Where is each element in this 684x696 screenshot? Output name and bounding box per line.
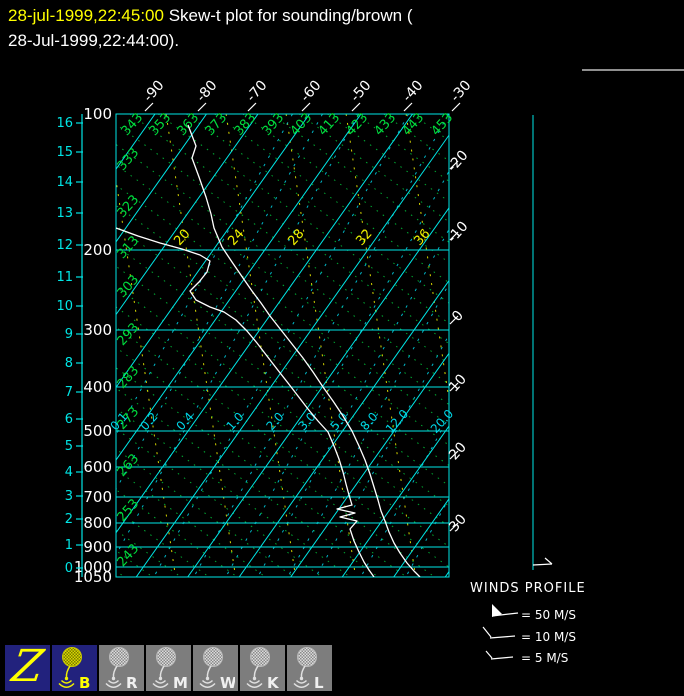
moist-adiabat-label: 28 [285,226,307,248]
pennant-barb-icon [492,604,518,617]
pressure-label: 400 [83,378,112,396]
theta-label: 393 [260,110,288,138]
mixing-ratio-label: 0.2 [137,410,160,434]
svg-text:K: K [267,674,280,691]
theta-label: 413 [316,110,344,138]
moist-adiabat-label: 20 [171,226,193,248]
mixing-ratio-label: 12.0 [383,407,411,436]
legend-50ms-label: = 50 M/S [521,608,576,622]
height-km-label: 5 [65,439,73,454]
temp-top-label: -70 [243,77,270,105]
pressure-label: 600 [83,458,112,476]
skewt-plot: 1002003004005006007008009001000105016151… [0,0,684,696]
theta-label: 303 [115,272,143,300]
temp-top-label: -50 [347,77,374,105]
half-barb-icon [486,651,513,659]
svg-text:L: L [314,674,324,691]
svg-text:R: R [126,674,138,691]
theta-label: 243 [115,541,143,569]
toolbar-button-z[interactable]: Z [5,645,50,691]
toolbar-button-l[interactable]: L [287,645,332,691]
theta-label: 363 [175,110,203,138]
radiosonde-icon: M [150,646,188,691]
height-km-label: 6 [65,412,73,427]
surface-wind-barb [533,558,552,565]
full-barb-icon [483,627,515,638]
radiosonde-icon: W [197,646,235,691]
mixing-ratio-label: 8.0 [357,410,380,434]
moist-adiabat-label: 32 [353,226,375,248]
pressure-label: 800 [83,514,112,532]
height-km-label: 4 [65,465,73,480]
axis-labels: 1002003004005006007008009001000105016151… [56,77,474,586]
svg-text:B: B [79,674,90,691]
toolbar-button-k[interactable]: K [240,645,285,691]
theta-label: 333 [115,145,143,173]
radiosonde-icon: B [56,646,94,691]
height-km-label: 16 [56,116,73,131]
svg-text:M: M [173,674,188,691]
mixing-ratio-label: 0.4 [173,410,196,434]
theta-label: 323 [115,192,143,220]
temp-top-label: -30 [447,77,474,105]
height-km-label: 14 [56,175,73,190]
temperature-trace [188,125,420,577]
toolbar-button-r[interactable]: R [99,645,144,691]
legend-10ms-label: = 10 M/S [521,630,576,644]
mixing-ratio-label: 1.0 [223,410,246,434]
height-km-label: 8 [65,356,73,371]
app-window: 28-jul-1999,22:45:00 Skew-t plot for sou… [0,0,684,696]
pressure-label: 300 [83,321,112,339]
z-logo: Z [2,645,53,691]
theta-label: 443 [400,110,428,138]
radiosonde-icon: L [291,646,329,691]
theta-label: 293 [115,320,143,348]
pressure-label: 200 [83,241,112,259]
winds-legend: WINDS PROFILE = 50 M/S = 10 M/S = 5 M/S [470,581,586,665]
temp-top-label: -40 [399,77,426,105]
mixing-ratio-label: 20.0 [428,407,456,436]
height-km-label: 7 [65,385,73,400]
toolbar: Z B R [5,645,332,691]
height-km-label: 12 [56,238,73,253]
svg-text:W: W [220,674,235,691]
toolbar-button-b[interactable]: B [52,645,97,691]
pressure-label: 100 [83,105,112,123]
height-km-label: 1 [65,538,73,553]
theta-label: 353 [147,110,175,138]
theta-label: 283 [115,363,143,391]
theta-label: 383 [232,110,260,138]
temp-right-label: 20 [446,439,470,463]
theta-label: 423 [344,110,372,138]
radiosonde-icon: R [103,646,141,691]
toolbar-button-w[interactable]: W [193,645,238,691]
height-km-label: 15 [56,145,73,160]
temp-right-label: 10 [446,371,470,395]
pressure-label: 1050 [74,568,112,586]
winds-legend-title: WINDS PROFILE [470,581,586,596]
isobars-frame [116,114,449,577]
height-km-label: 3 [65,489,73,504]
wind-profile [533,115,552,570]
temp-right-label: 30 [446,511,470,535]
theta-label: 433 [372,110,400,138]
pressure-label: 900 [83,538,112,556]
temp-top-label: -90 [140,77,167,105]
temp-top-label: -60 [297,77,324,105]
height-km-label: 13 [56,206,73,221]
height-km-label: 0 [65,561,73,576]
moist-adiabat-label: 36 [411,226,433,248]
radiosonde-icon: K [244,646,282,691]
mixing-ratio-label: 2.0 [263,410,286,434]
height-km-label: 9 [65,327,73,342]
height-km-label: 11 [56,270,73,285]
toolbar-button-m[interactable]: M [146,645,191,691]
height-km-label: 2 [65,512,73,527]
temp-top-label: -80 [193,77,220,105]
theta-label: 453 [429,110,457,138]
pressure-label: 700 [83,488,112,506]
legend-5ms-label: = 5 M/S [521,651,568,665]
theta-label: 343 [119,110,147,138]
height-km-label: 10 [56,299,73,314]
